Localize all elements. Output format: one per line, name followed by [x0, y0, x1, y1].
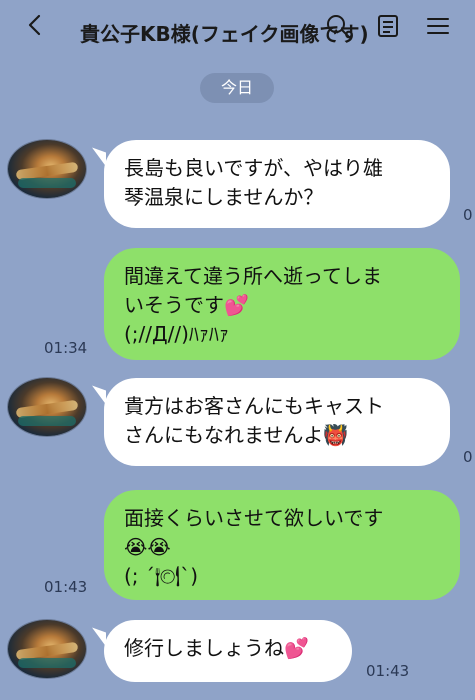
- message-time: 0: [463, 448, 473, 466]
- avatar[interactable]: [8, 620, 86, 678]
- note-icon: [378, 15, 398, 37]
- chat-header: 貴公子KB様(フェイク画像です): [0, 0, 475, 58]
- message-line: 😭😭: [124, 535, 171, 559]
- avatar[interactable]: [8, 140, 86, 198]
- message-bubble-received[interactable]: 貴方はお客さんにもキャスト さんにもなれませんよ👹: [104, 378, 450, 466]
- message-line: (; ´🍽`): [124, 564, 199, 588]
- search-button[interactable]: [324, 12, 352, 44]
- message-line: 間違えて違う所へ逝ってしま: [124, 264, 382, 288]
- message-bubble-sent[interactable]: 面接くらいさせて欲しいです 😭😭 (; ´🍽`): [104, 490, 460, 600]
- message-bubble-received[interactable]: 長島も良いですが、やはり雄 琴温泉にしませんか？: [104, 140, 450, 228]
- message-line: 琴温泉にしませんか？: [124, 185, 324, 209]
- note-button[interactable]: [374, 12, 402, 44]
- back-button[interactable]: [22, 10, 48, 40]
- message-bubble-sent[interactable]: 間違えて違う所へ逝ってしま いそうです💕 (;//Д//)ﾊｧﾊｧ: [104, 248, 460, 360]
- menu-icon: [427, 18, 449, 34]
- message-time: 01:34: [44, 339, 88, 357]
- message-line: 貴方はお客さんにもキャスト: [124, 394, 384, 418]
- date-divider: 今日: [200, 73, 274, 103]
- message-bubble-received[interactable]: 修行しましょうね💕: [104, 620, 352, 682]
- message-line: さんにもなれませんよ👹: [124, 423, 349, 447]
- message-line: 修行しましょうね💕: [124, 636, 309, 660]
- search-icon: [327, 15, 350, 38]
- avatar[interactable]: [8, 378, 86, 436]
- message-line: 長島も良いですが、やはり雄: [124, 156, 383, 180]
- message-line: いそうです💕: [124, 293, 249, 317]
- message-line: 面接くらいさせて欲しいです: [124, 506, 384, 530]
- message-time: 0: [463, 206, 473, 224]
- message-time: 01:43: [366, 662, 410, 680]
- message-time: 01:43: [44, 578, 88, 596]
- message-line: (;//Д//)ﾊｧﾊｧ: [124, 322, 229, 346]
- menu-button[interactable]: [424, 12, 452, 44]
- chevron-left-icon: [28, 14, 41, 36]
